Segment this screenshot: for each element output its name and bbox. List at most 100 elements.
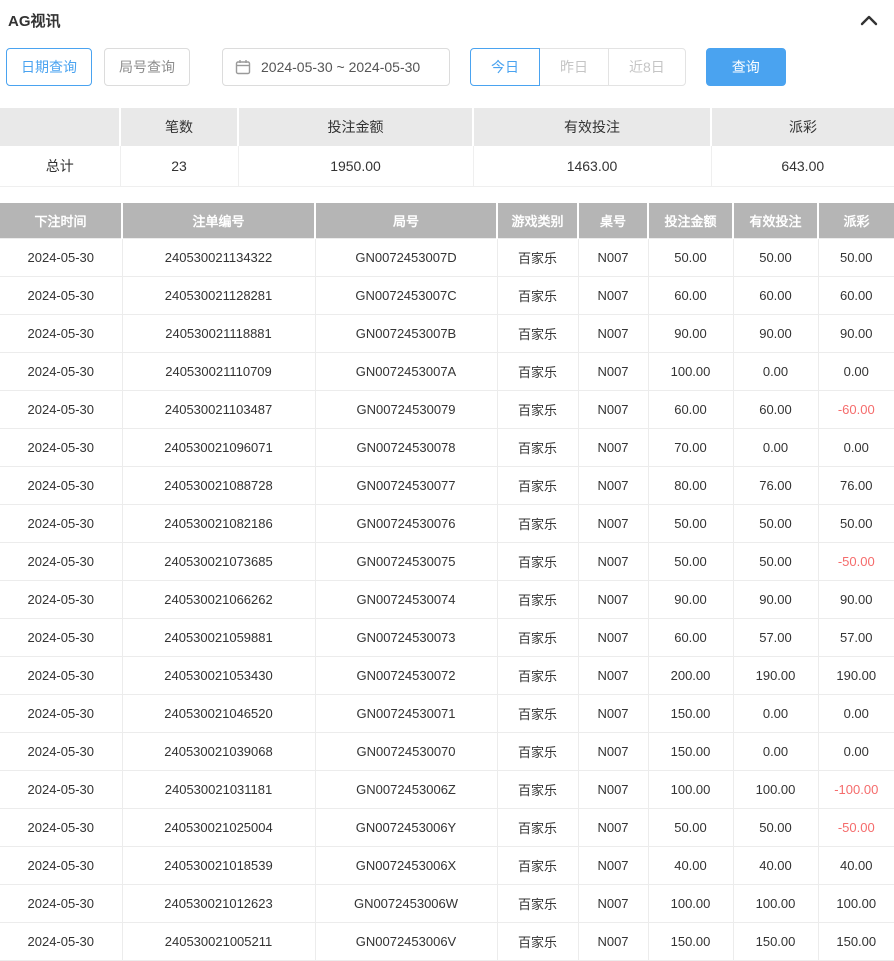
header-game-type: 游戏类别 bbox=[497, 203, 578, 239]
cell-bet-time: 2024-05-30 bbox=[0, 733, 122, 771]
cell-payout: 0.00 bbox=[818, 733, 894, 771]
cell-valid-bet: 150.00 bbox=[733, 923, 818, 961]
cell-valid-bet: 60.00 bbox=[733, 391, 818, 429]
summary-header-bet-amount: 投注金额 bbox=[238, 108, 473, 146]
cell-bet-time: 2024-05-30 bbox=[0, 581, 122, 619]
summary-total-row: 总计 23 1950.00 1463.00 643.00 bbox=[0, 146, 894, 186]
cell-bet-amount: 100.00 bbox=[648, 885, 733, 923]
cell-bet-time: 2024-05-30 bbox=[0, 923, 122, 961]
summary-header-count: 笔数 bbox=[120, 108, 238, 146]
quick-range-group: 今日 昨日 近8日 bbox=[470, 48, 686, 86]
cell-table-id: N007 bbox=[578, 733, 648, 771]
header-payout: 派彩 bbox=[818, 203, 894, 239]
cell-bet-id: 240530021012623 bbox=[122, 885, 315, 923]
cell-game-type: 百家乐 bbox=[497, 619, 578, 657]
table-row: 2024-05-30240530021096071GN00724530078百家… bbox=[0, 429, 894, 467]
cell-round-id: GN00724530071 bbox=[315, 695, 497, 733]
header-bet-time: 下注时间 bbox=[0, 203, 122, 239]
cell-bet-id: 240530021053430 bbox=[122, 657, 315, 695]
yesterday-button[interactable]: 昨日 bbox=[539, 48, 609, 86]
cell-table-id: N007 bbox=[578, 619, 648, 657]
cell-table-id: N007 bbox=[578, 657, 648, 695]
cell-table-id: N007 bbox=[578, 239, 648, 277]
summary-total-count: 23 bbox=[120, 146, 238, 186]
table-row: 2024-05-30240530021039068GN00724530070百家… bbox=[0, 733, 894, 771]
summary-header-row: 笔数 投注金额 有效投注 派彩 bbox=[0, 108, 894, 146]
cell-bet-time: 2024-05-30 bbox=[0, 809, 122, 847]
cell-bet-time: 2024-05-30 bbox=[0, 505, 122, 543]
cell-payout: 190.00 bbox=[818, 657, 894, 695]
cell-table-id: N007 bbox=[578, 467, 648, 505]
cell-bet-time: 2024-05-30 bbox=[0, 543, 122, 581]
cell-bet-id: 240530021110709 bbox=[122, 353, 315, 391]
cell-valid-bet: 90.00 bbox=[733, 581, 818, 619]
cell-bet-time: 2024-05-30 bbox=[0, 657, 122, 695]
cell-bet-id: 240530021103487 bbox=[122, 391, 315, 429]
date-query-tab-button[interactable]: 日期查询 bbox=[6, 48, 92, 86]
collapse-panel-button[interactable] bbox=[860, 14, 878, 26]
header-round-id: 局号 bbox=[315, 203, 497, 239]
cell-bet-time: 2024-05-30 bbox=[0, 239, 122, 277]
last8days-button[interactable]: 近8日 bbox=[608, 48, 686, 86]
summary-total-bet-amount: 1950.00 bbox=[238, 146, 473, 186]
cell-bet-id: 240530021073685 bbox=[122, 543, 315, 581]
table-row: 2024-05-30240530021059881GN00724530073百家… bbox=[0, 619, 894, 657]
cell-bet-amount: 90.00 bbox=[648, 315, 733, 353]
summary-total-valid-bet: 1463.00 bbox=[473, 146, 711, 186]
calendar-icon bbox=[235, 59, 251, 75]
cell-bet-time: 2024-05-30 bbox=[0, 277, 122, 315]
cell-bet-id: 240530021039068 bbox=[122, 733, 315, 771]
cell-table-id: N007 bbox=[578, 315, 648, 353]
round-query-tab-button[interactable]: 局号查询 bbox=[104, 48, 190, 86]
cell-table-id: N007 bbox=[578, 391, 648, 429]
cell-game-type: 百家乐 bbox=[497, 923, 578, 961]
cell-round-id: GN0072453007A bbox=[315, 353, 497, 391]
cell-payout: -60.00 bbox=[818, 391, 894, 429]
summary-header-blank bbox=[0, 108, 120, 146]
cell-bet-time: 2024-05-30 bbox=[0, 847, 122, 885]
cell-bet-amount: 200.00 bbox=[648, 657, 733, 695]
today-button[interactable]: 今日 bbox=[470, 48, 540, 86]
cell-round-id: GN00724530076 bbox=[315, 505, 497, 543]
cell-bet-amount: 60.00 bbox=[648, 277, 733, 315]
cell-valid-bet: 100.00 bbox=[733, 885, 818, 923]
cell-payout: 90.00 bbox=[818, 315, 894, 353]
summary-header-valid-bet: 有效投注 bbox=[473, 108, 711, 146]
cell-payout: 0.00 bbox=[818, 353, 894, 391]
date-range-input[interactable]: 2024-05-30 ~ 2024-05-30 bbox=[222, 48, 450, 86]
cell-valid-bet: 100.00 bbox=[733, 771, 818, 809]
bet-records-table: 下注时间 注单编号 局号 游戏类别 桌号 投注金额 有效投注 派彩 2024-0… bbox=[0, 203, 894, 961]
cell-payout: 40.00 bbox=[818, 847, 894, 885]
cell-game-type: 百家乐 bbox=[497, 239, 578, 277]
cell-bet-id: 240530021059881 bbox=[122, 619, 315, 657]
cell-game-type: 百家乐 bbox=[497, 353, 578, 391]
table-row: 2024-05-30240530021012623GN0072453006W百家… bbox=[0, 885, 894, 923]
table-row: 2024-05-30240530021128281GN0072453007C百家… bbox=[0, 277, 894, 315]
date-range-value: 2024-05-30 ~ 2024-05-30 bbox=[261, 59, 420, 75]
table-row: 2024-05-30240530021134322GN0072453007D百家… bbox=[0, 239, 894, 277]
cell-table-id: N007 bbox=[578, 771, 648, 809]
cell-bet-time: 2024-05-30 bbox=[0, 315, 122, 353]
cell-game-type: 百家乐 bbox=[497, 771, 578, 809]
header-valid-bet: 有效投注 bbox=[733, 203, 818, 239]
cell-table-id: N007 bbox=[578, 695, 648, 733]
table-row: 2024-05-30240530021005211GN0072453006V百家… bbox=[0, 923, 894, 961]
cell-round-id: GN00724530074 bbox=[315, 581, 497, 619]
cell-bet-amount: 90.00 bbox=[648, 581, 733, 619]
cell-round-id: GN00724530078 bbox=[315, 429, 497, 467]
cell-payout: 100.00 bbox=[818, 885, 894, 923]
cell-bet-time: 2024-05-30 bbox=[0, 391, 122, 429]
table-row: 2024-05-30240530021110709GN0072453007A百家… bbox=[0, 353, 894, 391]
cell-bet-amount: 80.00 bbox=[648, 467, 733, 505]
cell-round-id: GN00724530073 bbox=[315, 619, 497, 657]
cell-table-id: N007 bbox=[578, 277, 648, 315]
cell-bet-amount: 50.00 bbox=[648, 505, 733, 543]
cell-game-type: 百家乐 bbox=[497, 315, 578, 353]
title-bar: AG视讯 bbox=[0, 0, 894, 32]
search-button[interactable]: 查询 bbox=[706, 48, 786, 86]
cell-valid-bet: 50.00 bbox=[733, 239, 818, 277]
cell-game-type: 百家乐 bbox=[497, 809, 578, 847]
cell-game-type: 百家乐 bbox=[497, 391, 578, 429]
cell-game-type: 百家乐 bbox=[497, 543, 578, 581]
cell-bet-amount: 150.00 bbox=[648, 695, 733, 733]
